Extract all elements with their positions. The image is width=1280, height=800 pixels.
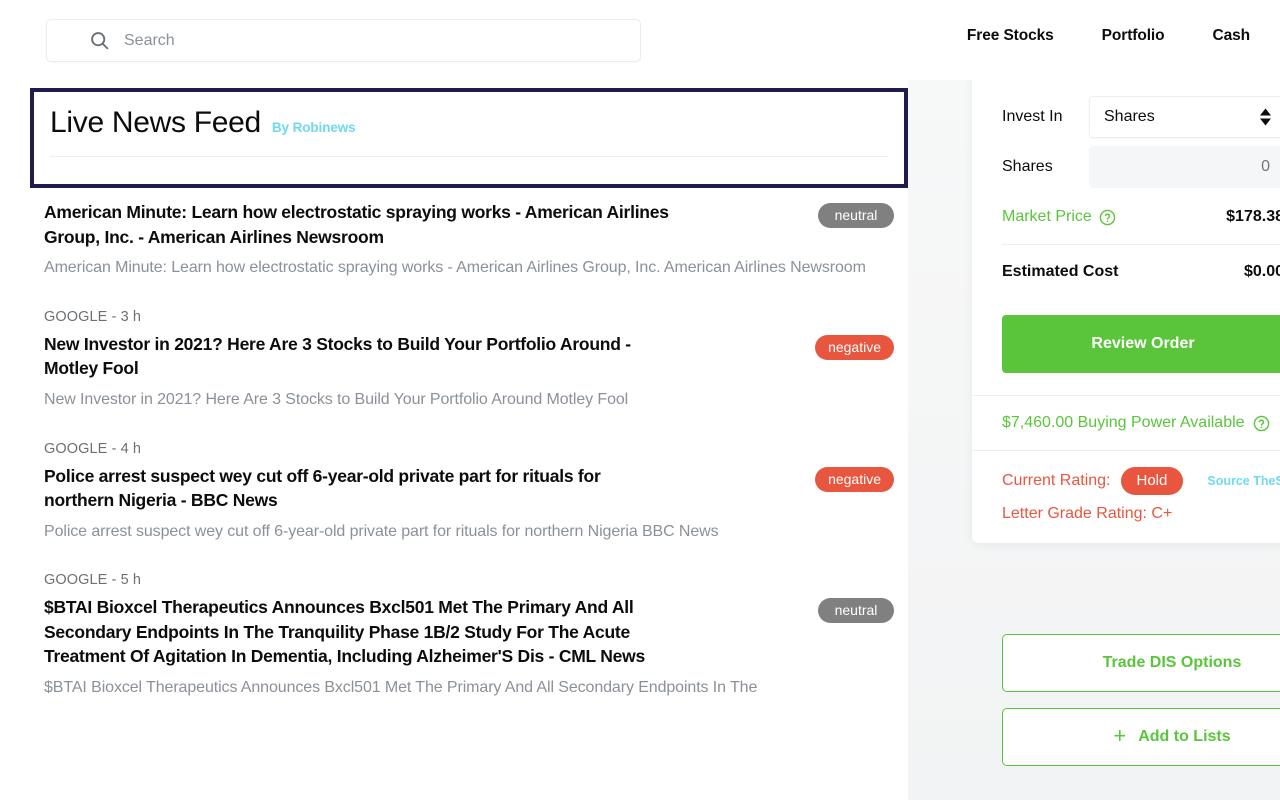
trade-options-label: Trade DIS Options <box>1102 654 1242 671</box>
app-root: Free Stocks Portfolio Cash Live News Fee… <box>0 0 1280 800</box>
news-title[interactable]: New Investor in 2021? Here Are 3 Stocks … <box>44 332 669 381</box>
review-order-button[interactable]: Review Order <box>1002 315 1280 373</box>
news-source-time: GOOGLE - 5 h <box>44 572 142 589</box>
status-badge: neutral <box>818 598 894 624</box>
market-price-row: Market Price $178.38 <box>1002 192 1280 242</box>
status-badge: negative <box>815 334 894 360</box>
news-source-time: GOOGLE - 4 h <box>44 440 142 457</box>
shares-input[interactable] <box>1089 146 1280 188</box>
search-input[interactable] <box>124 31 626 50</box>
source-thestreet-link[interactable]: Source TheStr <box>1207 474 1280 488</box>
plus-icon: + <box>1113 723 1127 748</box>
buying-power-text: $7,460.00 Buying Power Available <box>1002 414 1245 431</box>
news-title[interactable]: $BTAI Bioxcel Therapeutics Announces Bxc… <box>44 595 669 669</box>
chevron-updown-icon <box>1260 108 1271 126</box>
nav-item-portfolio[interactable]: Portfolio <box>1102 27 1165 45</box>
top-bar: Free Stocks Portfolio Cash <box>0 0 1280 80</box>
estimated-cost-row: Estimated Cost $0.00 <box>1002 247 1280 297</box>
news-list: American Minute: Learn how electrostatic… <box>0 200 940 800</box>
current-rating-badge: Hold <box>1120 467 1184 495</box>
divider <box>1002 244 1280 245</box>
add-to-lists-button[interactable]: + Add to Lists <box>1002 708 1280 766</box>
search-icon <box>91 32 109 50</box>
add-to-lists-label: Add to Lists <box>1138 728 1231 745</box>
trade-options-button[interactable]: Trade DIS Options <box>1002 634 1280 692</box>
invest-in-select[interactable]: Shares <box>1089 96 1280 138</box>
buying-power-row: $7,460.00 Buying Power Available <box>972 396 1280 450</box>
nav-item-free-stocks[interactable]: Free Stocks <box>967 27 1054 45</box>
news-feed-column: Live News Feed By Robinews American Minu… <box>0 80 940 800</box>
list-item[interactable]: GOOGLE - 4 h Police arrest suspect wey c… <box>0 441 940 545</box>
list-item[interactable]: American Minute: Learn how electrostatic… <box>0 200 940 281</box>
status-badge: negative <box>815 466 894 492</box>
main-nav: Free Stocks Portfolio Cash <box>967 27 1280 45</box>
news-description: American Minute: Learn how electrostatic… <box>44 259 866 276</box>
shares-row: Shares <box>1002 142 1280 192</box>
news-source-time: GOOGLE - 3 h <box>44 308 142 325</box>
market-price-label: Market Price <box>1002 208 1116 226</box>
action-buttons: Trade DIS Options + Add to Lists <box>1002 634 1280 766</box>
feed-byline: By Robinews <box>271 120 356 135</box>
list-item[interactable]: GOOGLE - 3 h New Investor in 2021? Here … <box>0 309 940 413</box>
header-divider <box>50 156 888 157</box>
nav-item-cash[interactable]: Cash <box>1212 27 1250 45</box>
status-badge: neutral <box>818 203 894 228</box>
rating-block: Current Rating: Hold Source TheStr Lette… <box>972 451 1280 543</box>
help-icon[interactable] <box>1253 415 1270 432</box>
list-item[interactable]: GOOGLE - 5 h $BTAI Bioxcel Therapeutics … <box>0 572 940 700</box>
help-icon[interactable] <box>1099 209 1116 226</box>
estimated-cost-label: Estimated Cost <box>1002 263 1119 280</box>
estimated-cost-value: $0.00 <box>1243 263 1280 280</box>
market-price-text: Market Price <box>1002 208 1092 225</box>
invest-in-value: Shares <box>1104 108 1155 125</box>
news-title[interactable]: Police arrest suspect wey cut off 6-year… <box>44 464 669 513</box>
invest-in-label: Invest In <box>1002 108 1063 125</box>
news-description: New Investor in 2021? Here Are 3 Stocks … <box>44 390 629 408</box>
news-description: Police arrest suspect wey cut off 6-year… <box>44 522 719 540</box>
current-rating-label: Current Rating: <box>1002 472 1111 489</box>
letter-grade-rating: Letter Grade Rating: C+ <box>1002 505 1173 522</box>
market-price-value: $178.38 <box>1226 208 1280 225</box>
order-panel: Invest In Shares Shares Market Price <box>972 72 1280 543</box>
news-description: $BTAI Bioxcel Therapeutics Announces Bxc… <box>44 678 758 696</box>
search-bar[interactable] <box>46 19 641 62</box>
shares-label: Shares <box>1002 158 1053 175</box>
live-news-feed-header: Live News Feed By Robinews <box>30 88 908 188</box>
news-title[interactable]: American Minute: Learn how electrostatic… <box>44 200 669 249</box>
page-title: Live News Feed <box>50 106 261 139</box>
invest-in-row: Invest In Shares <box>1002 92 1280 142</box>
